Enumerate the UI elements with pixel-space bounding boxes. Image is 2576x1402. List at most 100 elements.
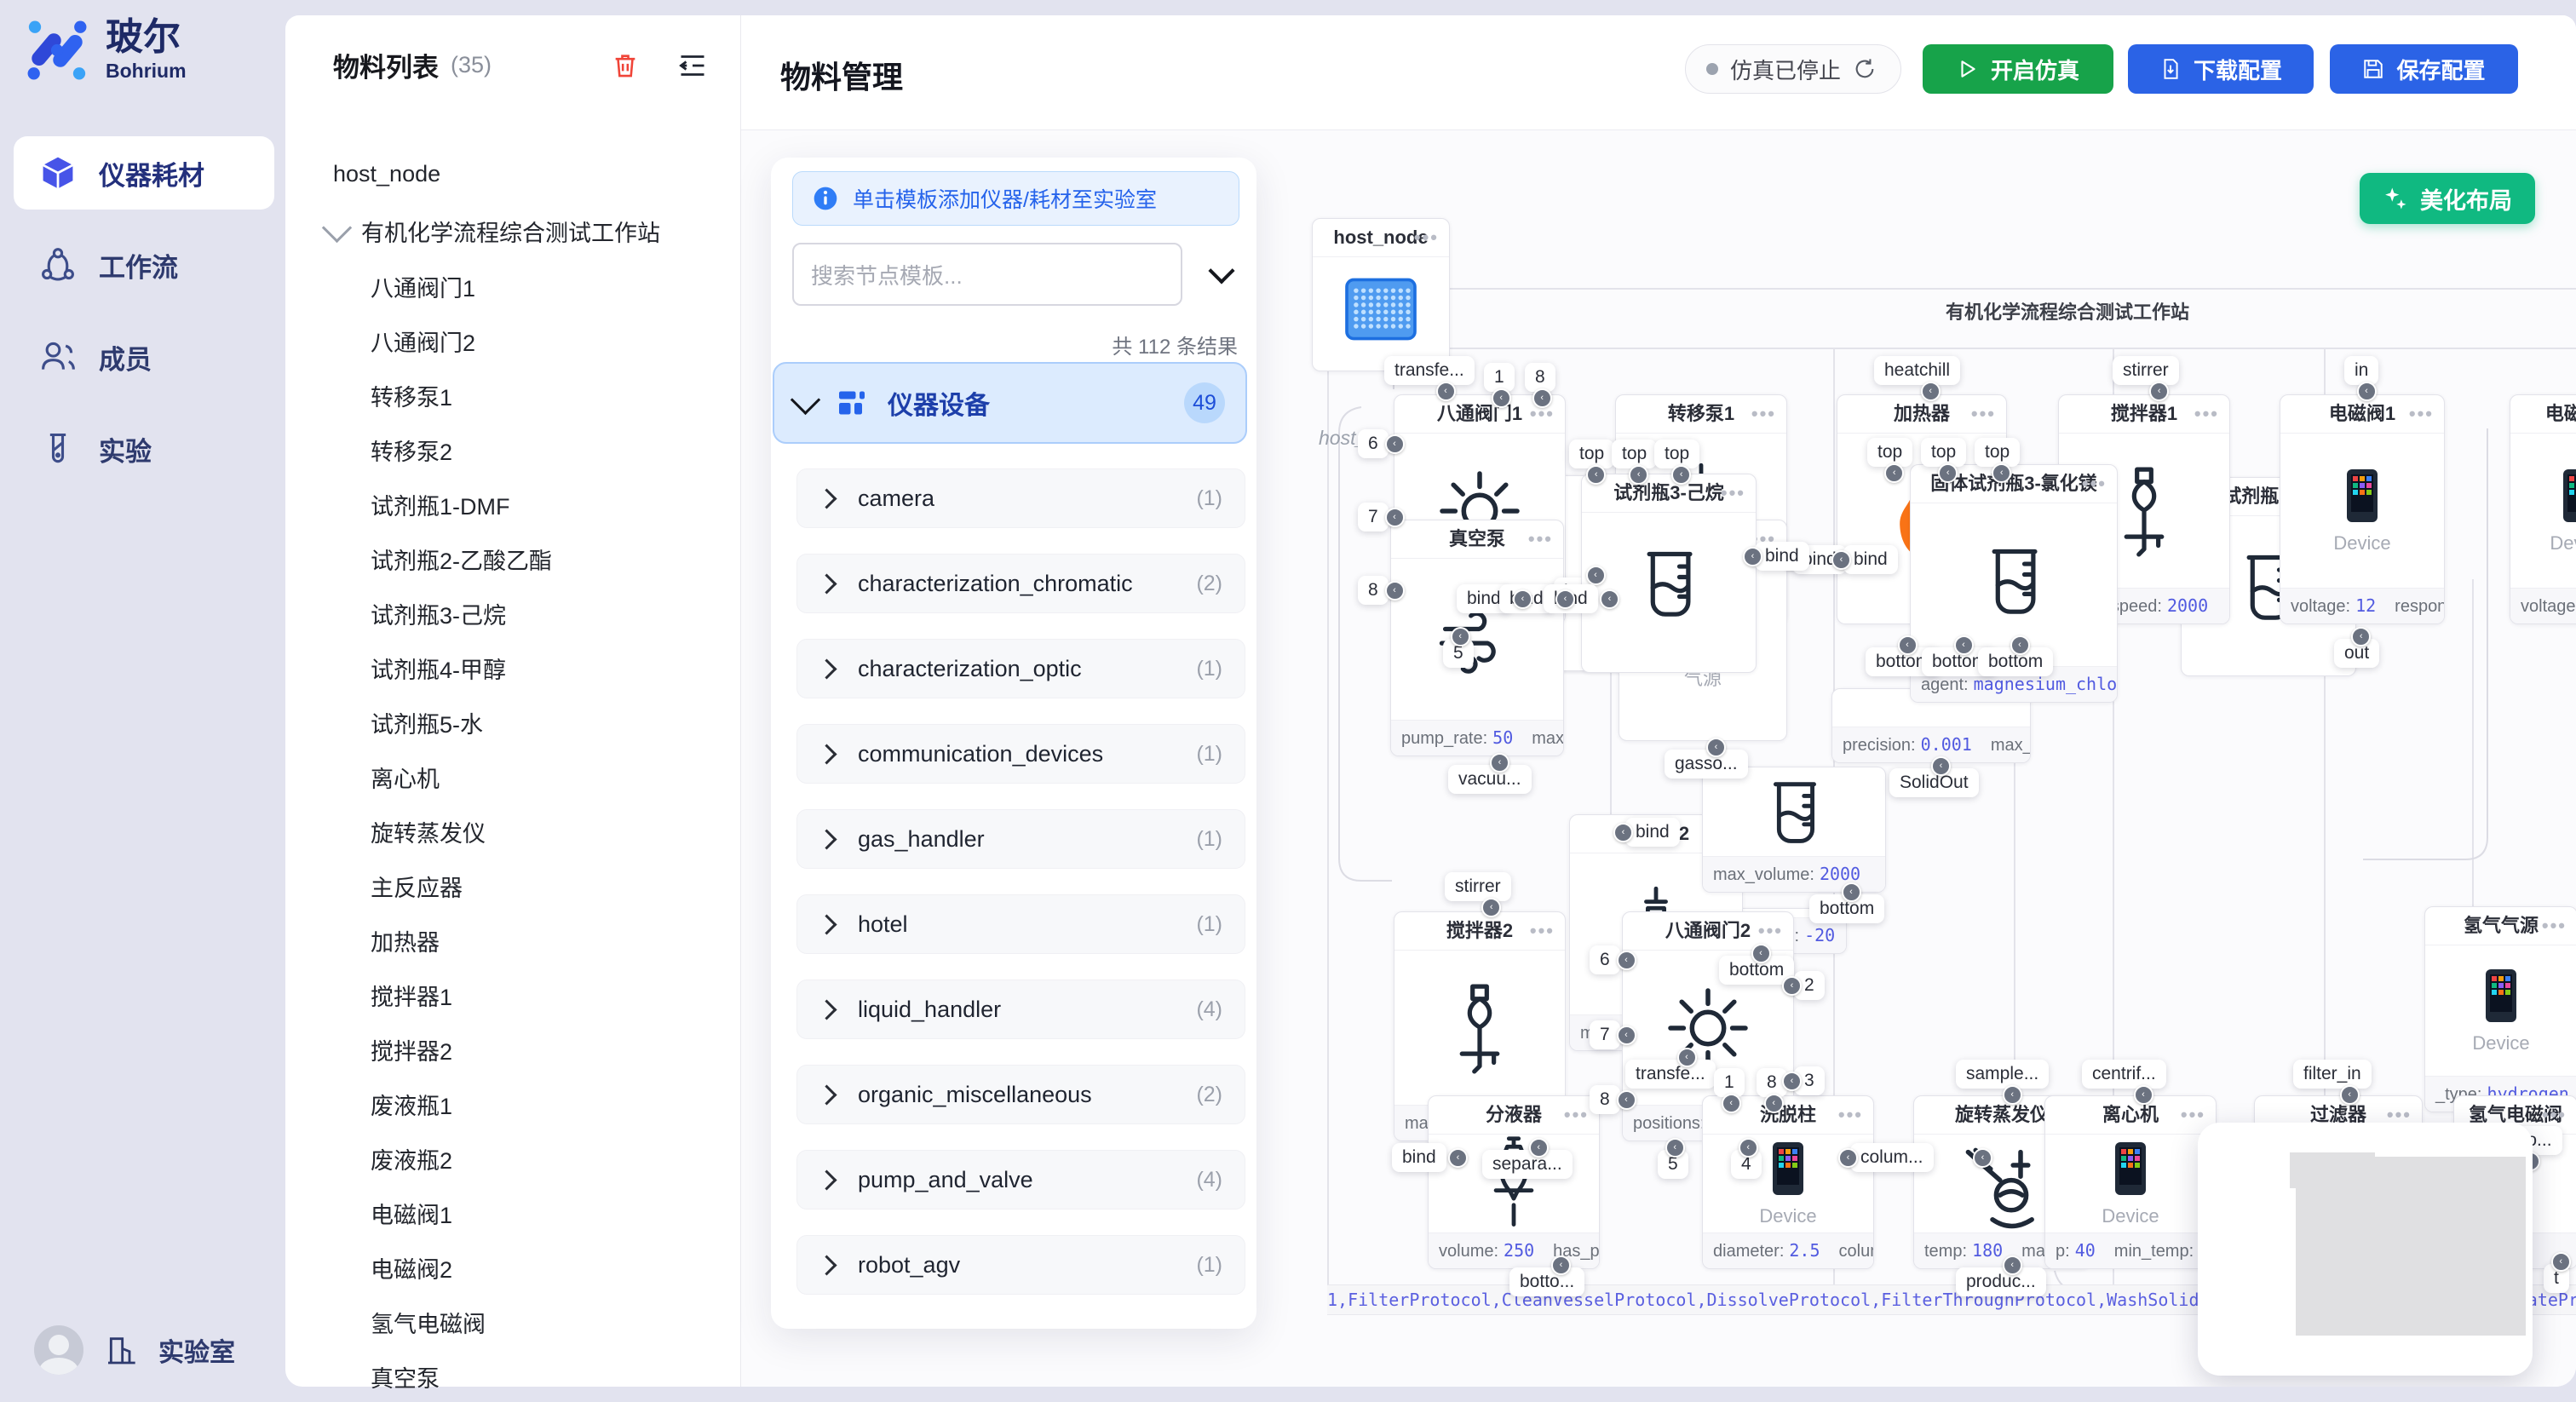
port-handle-icon[interactable]: ‹ [1921, 382, 1941, 401]
category-row-characterization_chromatic[interactable]: characterization_chromatic(2) [796, 554, 1245, 613]
more-menu-icon[interactable]: ••• [2082, 465, 2107, 503]
start-simulation-button[interactable]: 开启仿真 [1923, 44, 2113, 94]
port-handle-icon[interactable]: ‹ [1782, 1072, 1802, 1091]
tree-item[interactable]: 主反应器 [285, 861, 740, 916]
port-handle-icon[interactable]: ‹ [1665, 1138, 1685, 1158]
tree-item[interactable]: 搅拌器1 [285, 970, 740, 1025]
sidebar-item-instruments[interactable]: 仪器耗材 [14, 136, 274, 210]
port-handle-icon[interactable]: ‹ [2003, 1255, 2022, 1275]
tree-item-host-node[interactable]: host_node [285, 147, 740, 201]
category-row-gas_handler[interactable]: gas_handler(1) [796, 809, 1245, 869]
more-menu-icon[interactable]: ••• [1564, 1096, 1589, 1134]
port-handle-icon[interactable]: ‹ [2010, 635, 2030, 655]
port-chip[interactable]: top [1654, 440, 1699, 468]
beautify-layout-button[interactable]: 美化布局 [2360, 173, 2535, 224]
port-handle-icon[interactable]: ‹ [1492, 388, 1511, 408]
port-handle-icon[interactable]: ‹ [1448, 1148, 1468, 1168]
lab-switcher[interactable]: 实验室 [34, 1325, 235, 1375]
chevron-down-icon[interactable] [1208, 257, 1234, 284]
port-handle-icon[interactable]: ‹ [1722, 1094, 1741, 1113]
port-chip[interactable]: bind [1843, 545, 1898, 574]
port-handle-icon[interactable]: ‹ [1617, 1090, 1636, 1110]
port-handle-icon[interactable]: ‹ [1613, 823, 1633, 842]
port-handle-icon[interactable]: ‹ [1436, 382, 1456, 401]
node-host-node[interactable]: host_node••• [1312, 218, 1450, 371]
more-menu-icon[interactable]: ••• [1751, 395, 1776, 433]
node-main-reactor[interactable]: max_volume:2000 [1702, 767, 1886, 893]
tree-item[interactable]: 搅拌器2 [285, 1025, 740, 1079]
collapse-list-icon[interactable] [677, 50, 708, 81]
port-handle-icon[interactable]: ‹ [2003, 1085, 2022, 1105]
port-handle-icon[interactable]: ‹ [1831, 550, 1851, 570]
category-row-characterization_optic[interactable]: characterization_optic(1) [796, 639, 1245, 698]
search-input[interactable]: 搜索节点模板... [792, 243, 1182, 306]
port-handle-icon[interactable]: ‹ [1551, 1255, 1571, 1275]
port-chip[interactable]: transfe... [1625, 1060, 1716, 1089]
port-chip[interactable]: 1 [1484, 363, 1515, 392]
tree-item[interactable]: 废液瓶2 [285, 1134, 740, 1188]
port-handle-icon[interactable]: ‹ [1385, 581, 1405, 600]
port-handle-icon[interactable]: ‹ [1617, 1026, 1636, 1045]
port-handle-icon[interactable]: ‹ [1739, 1138, 1758, 1158]
tree-item[interactable]: 转移泵1 [285, 371, 740, 425]
tree-item[interactable]: 旋转蒸发仪 [285, 807, 740, 861]
more-menu-icon[interactable]: ••• [1528, 520, 1553, 558]
port-chip[interactable]: heatchill [1874, 356, 1960, 385]
category-row-robot_agv[interactable]: robot_agv(1) [796, 1235, 1245, 1295]
port-handle-icon[interactable]: ‹ [1743, 547, 1762, 566]
port-chip[interactable]: vacuu... [1448, 765, 1532, 794]
port-handle-icon[interactable]: ‹ [1782, 976, 1802, 996]
port-chip[interactable]: 8 [1525, 363, 1555, 392]
node-valve-sol-1[interactable]: 电磁阀1•••Devicevoltage:12response_time:0.1 [2280, 394, 2445, 624]
tree-item[interactable]: 八通阀门2 [285, 316, 740, 371]
tree-item[interactable]: 试剂瓶1-DMF [285, 480, 740, 534]
port-chip[interactable]: bind [1755, 542, 1809, 571]
port-handle-icon[interactable]: ‹ [1931, 756, 1951, 776]
port-chip[interactable]: top [1975, 438, 2020, 467]
more-menu-icon[interactable]: ••• [2194, 395, 2219, 433]
port-chip[interactable]: in [2344, 356, 2378, 385]
port-handle-icon[interactable]: ‹ [1842, 882, 1861, 902]
port-handle-icon[interactable]: ‹ [1555, 589, 1575, 609]
port-handle-icon[interactable]: ‹ [1490, 753, 1509, 773]
node-separator[interactable]: 分液器•••volume:250has_phases:true [1428, 1095, 1600, 1269]
save-config-button[interactable]: 保存配置 [2330, 44, 2518, 94]
port-handle-icon[interactable]: ‹ [1385, 508, 1405, 527]
tree-item[interactable]: 试剂瓶2-乙酸乙酯 [285, 534, 740, 589]
port-handle-icon[interactable]: ‹ [2551, 1252, 2571, 1272]
port-chip[interactable]: bind [1392, 1143, 1446, 1172]
port-handle-icon[interactable]: ‹ [1764, 1094, 1784, 1113]
tree-item[interactable]: 试剂瓶5-水 [285, 698, 740, 752]
more-menu-icon[interactable]: ••• [1530, 912, 1555, 950]
port-handle-icon[interactable]: ‹ [2134, 1085, 2153, 1105]
node-elution-column[interactable]: 洗脱柱•••Devicediameter:2.5column_type:si [1702, 1095, 1874, 1269]
category-row-communication_devices[interactable]: communication_devices(1) [796, 724, 1245, 784]
tree-item[interactable]: 氢气电磁阀 [285, 1297, 740, 1352]
category-row-hotel[interactable]: hotel(1) [796, 894, 1245, 954]
port-chip[interactable]: 8 [1590, 1085, 1620, 1114]
port-chip[interactable]: stirrer [1445, 872, 1511, 901]
node-h2-gas-source[interactable]: 氢气气源•••Device_type:hydrogenmax_pre [2424, 906, 2576, 1112]
port-handle-icon[interactable]: ‹ [1513, 589, 1532, 609]
port-chip[interactable]: 7 [1358, 503, 1389, 531]
port-chip[interactable]: 8 [1358, 576, 1389, 605]
port-chip[interactable]: 7 [1590, 1020, 1620, 1049]
node-valve-sol-2[interactable]: 电磁阀2•••Devicevoltage:12 [2510, 394, 2576, 624]
port-handle-icon[interactable]: ‹ [1677, 1048, 1697, 1067]
port-chip[interactable]: filter_in [2293, 1060, 2372, 1089]
port-handle-icon[interactable]: ‹ [1706, 738, 1726, 757]
port-chip[interactable]: top [1569, 440, 1614, 468]
node-vacuum-pump[interactable]: 真空泵•••pump_rate:50max_vacuum:0.1 [1390, 520, 1564, 756]
port-chip[interactable]: 6 [1358, 429, 1389, 458]
tree-item[interactable]: 八通阀门1 [285, 261, 740, 316]
port-chip[interactable]: separa... [1482, 1150, 1573, 1179]
more-menu-icon[interactable]: ••• [1414, 219, 1439, 256]
more-menu-icon[interactable]: ••• [1971, 395, 1996, 433]
refresh-icon[interactable] [1853, 57, 1877, 81]
download-config-button[interactable]: 下载配置 [2128, 44, 2314, 94]
port-chip[interactable]: botto... [1509, 1267, 1584, 1296]
more-menu-icon[interactable]: ••• [1838, 1096, 1863, 1134]
tree-item[interactable]: 电磁阀1 [285, 1188, 740, 1243]
minimap[interactable] [2198, 1123, 2533, 1376]
port-chip[interactable]: colum... [1850, 1143, 1934, 1172]
